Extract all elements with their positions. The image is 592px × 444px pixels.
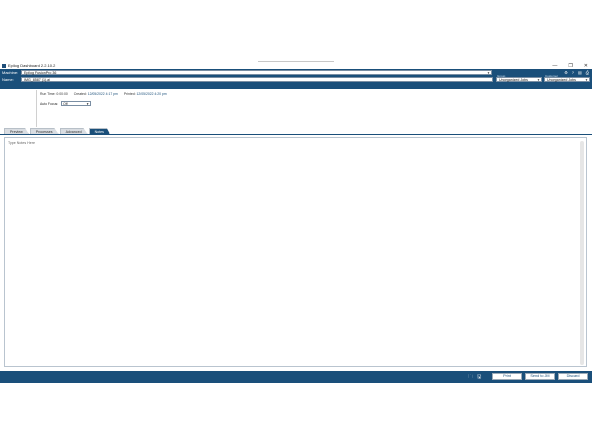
tab-underline: [0, 134, 592, 135]
machine-label: Machine:: [2, 70, 19, 75]
job-header: Machine: Epilog FusionPro 36 ▼ Name: IMG…: [0, 69, 592, 89]
notes-placeholder: Type Notes Here: [8, 141, 35, 145]
settings-icon[interactable]: ⚙: [564, 70, 568, 75]
customer-select[interactable]: Unorganized Jobs ▼: [544, 77, 590, 82]
autofocus-row: Auto Focus: Off ▼: [40, 101, 92, 106]
chevron-down-icon: ▼: [537, 78, 540, 82]
created-label: Created:: [73, 92, 87, 96]
minimize-icon[interactable]: —: [552, 63, 557, 69]
job-stats: Run Time: 0:00:00 Created: 12/05/2022 4:…: [40, 92, 167, 96]
window-controls: — ❐ ✕: [552, 62, 588, 69]
run-time-label: Run Time:: [40, 92, 56, 96]
window-title: Epilog Dashboard 2.2.10.2: [8, 63, 56, 68]
autofocus-label: Auto Focus:: [40, 101, 59, 106]
chevron-down-icon: ▼: [487, 71, 490, 75]
machine-value: Epilog FusionPro 36: [24, 71, 57, 75]
app-window: Epilog Dashboard 2.2.10.2 — ❐ ✕ Machine:…: [0, 62, 592, 383]
close-icon[interactable]: ✕: [584, 63, 588, 69]
name-value: IMG_8587 (1).ai: [24, 78, 50, 82]
chevron-down-icon: ▼: [585, 78, 588, 82]
print-button[interactable]: Print: [492, 373, 522, 380]
print-icon[interactable]: ⎙: [586, 70, 589, 75]
machine-row: Machine:: [0, 69, 20, 76]
help-icon[interactable]: ?: [572, 70, 574, 75]
group-value: Unorganized Jobs: [499, 78, 528, 82]
machine-select[interactable]: Epilog FusionPro 36 ▼: [21, 70, 492, 75]
header-toolbar: ⚙ ? ▤ ⎙: [564, 70, 589, 75]
footer-bar: 🗀 🖫 Print Send to JM Discard: [0, 371, 592, 383]
notes-scrollbar[interactable]: [580, 141, 584, 365]
printed-label: Printed:: [123, 92, 136, 96]
run-time-value: 0:00:00: [56, 92, 68, 96]
discard-button[interactable]: Discard: [558, 373, 588, 380]
name-input[interactable]: IMG_8587 (1).ai: [21, 77, 493, 82]
titlebar: Epilog Dashboard 2.2.10.2 — ❐ ✕: [0, 62, 592, 69]
printed-value: 12/05/2022 4:20 pm: [136, 92, 167, 96]
autofocus-value: Off: [63, 102, 68, 106]
chevron-down-icon: ▼: [86, 102, 90, 106]
send-to-jm-button[interactable]: Send to JM: [525, 373, 555, 380]
name-label: Name:: [2, 77, 14, 82]
autofocus-select[interactable]: Off ▼: [61, 101, 92, 106]
footer-icons: 🗀 🖫: [468, 374, 481, 382]
stats-icon[interactable]: ▤: [578, 70, 582, 75]
open-folder-icon[interactable]: 🗀: [468, 374, 473, 382]
save-icon[interactable]: 🖫: [477, 374, 481, 382]
group-select[interactable]: Unorganized Jobs ▼: [496, 77, 542, 82]
restore-icon[interactable]: ❐: [568, 63, 572, 69]
created-value: 12/05/2022 4:17 pm: [87, 92, 118, 96]
notes-textarea[interactable]: Type Notes Here: [4, 137, 587, 367]
customer-value: Unorganized Jobs: [547, 78, 576, 82]
panel-divider: [36, 90, 37, 127]
app-logo-icon: [2, 63, 6, 68]
name-row: Name:: [0, 76, 20, 83]
